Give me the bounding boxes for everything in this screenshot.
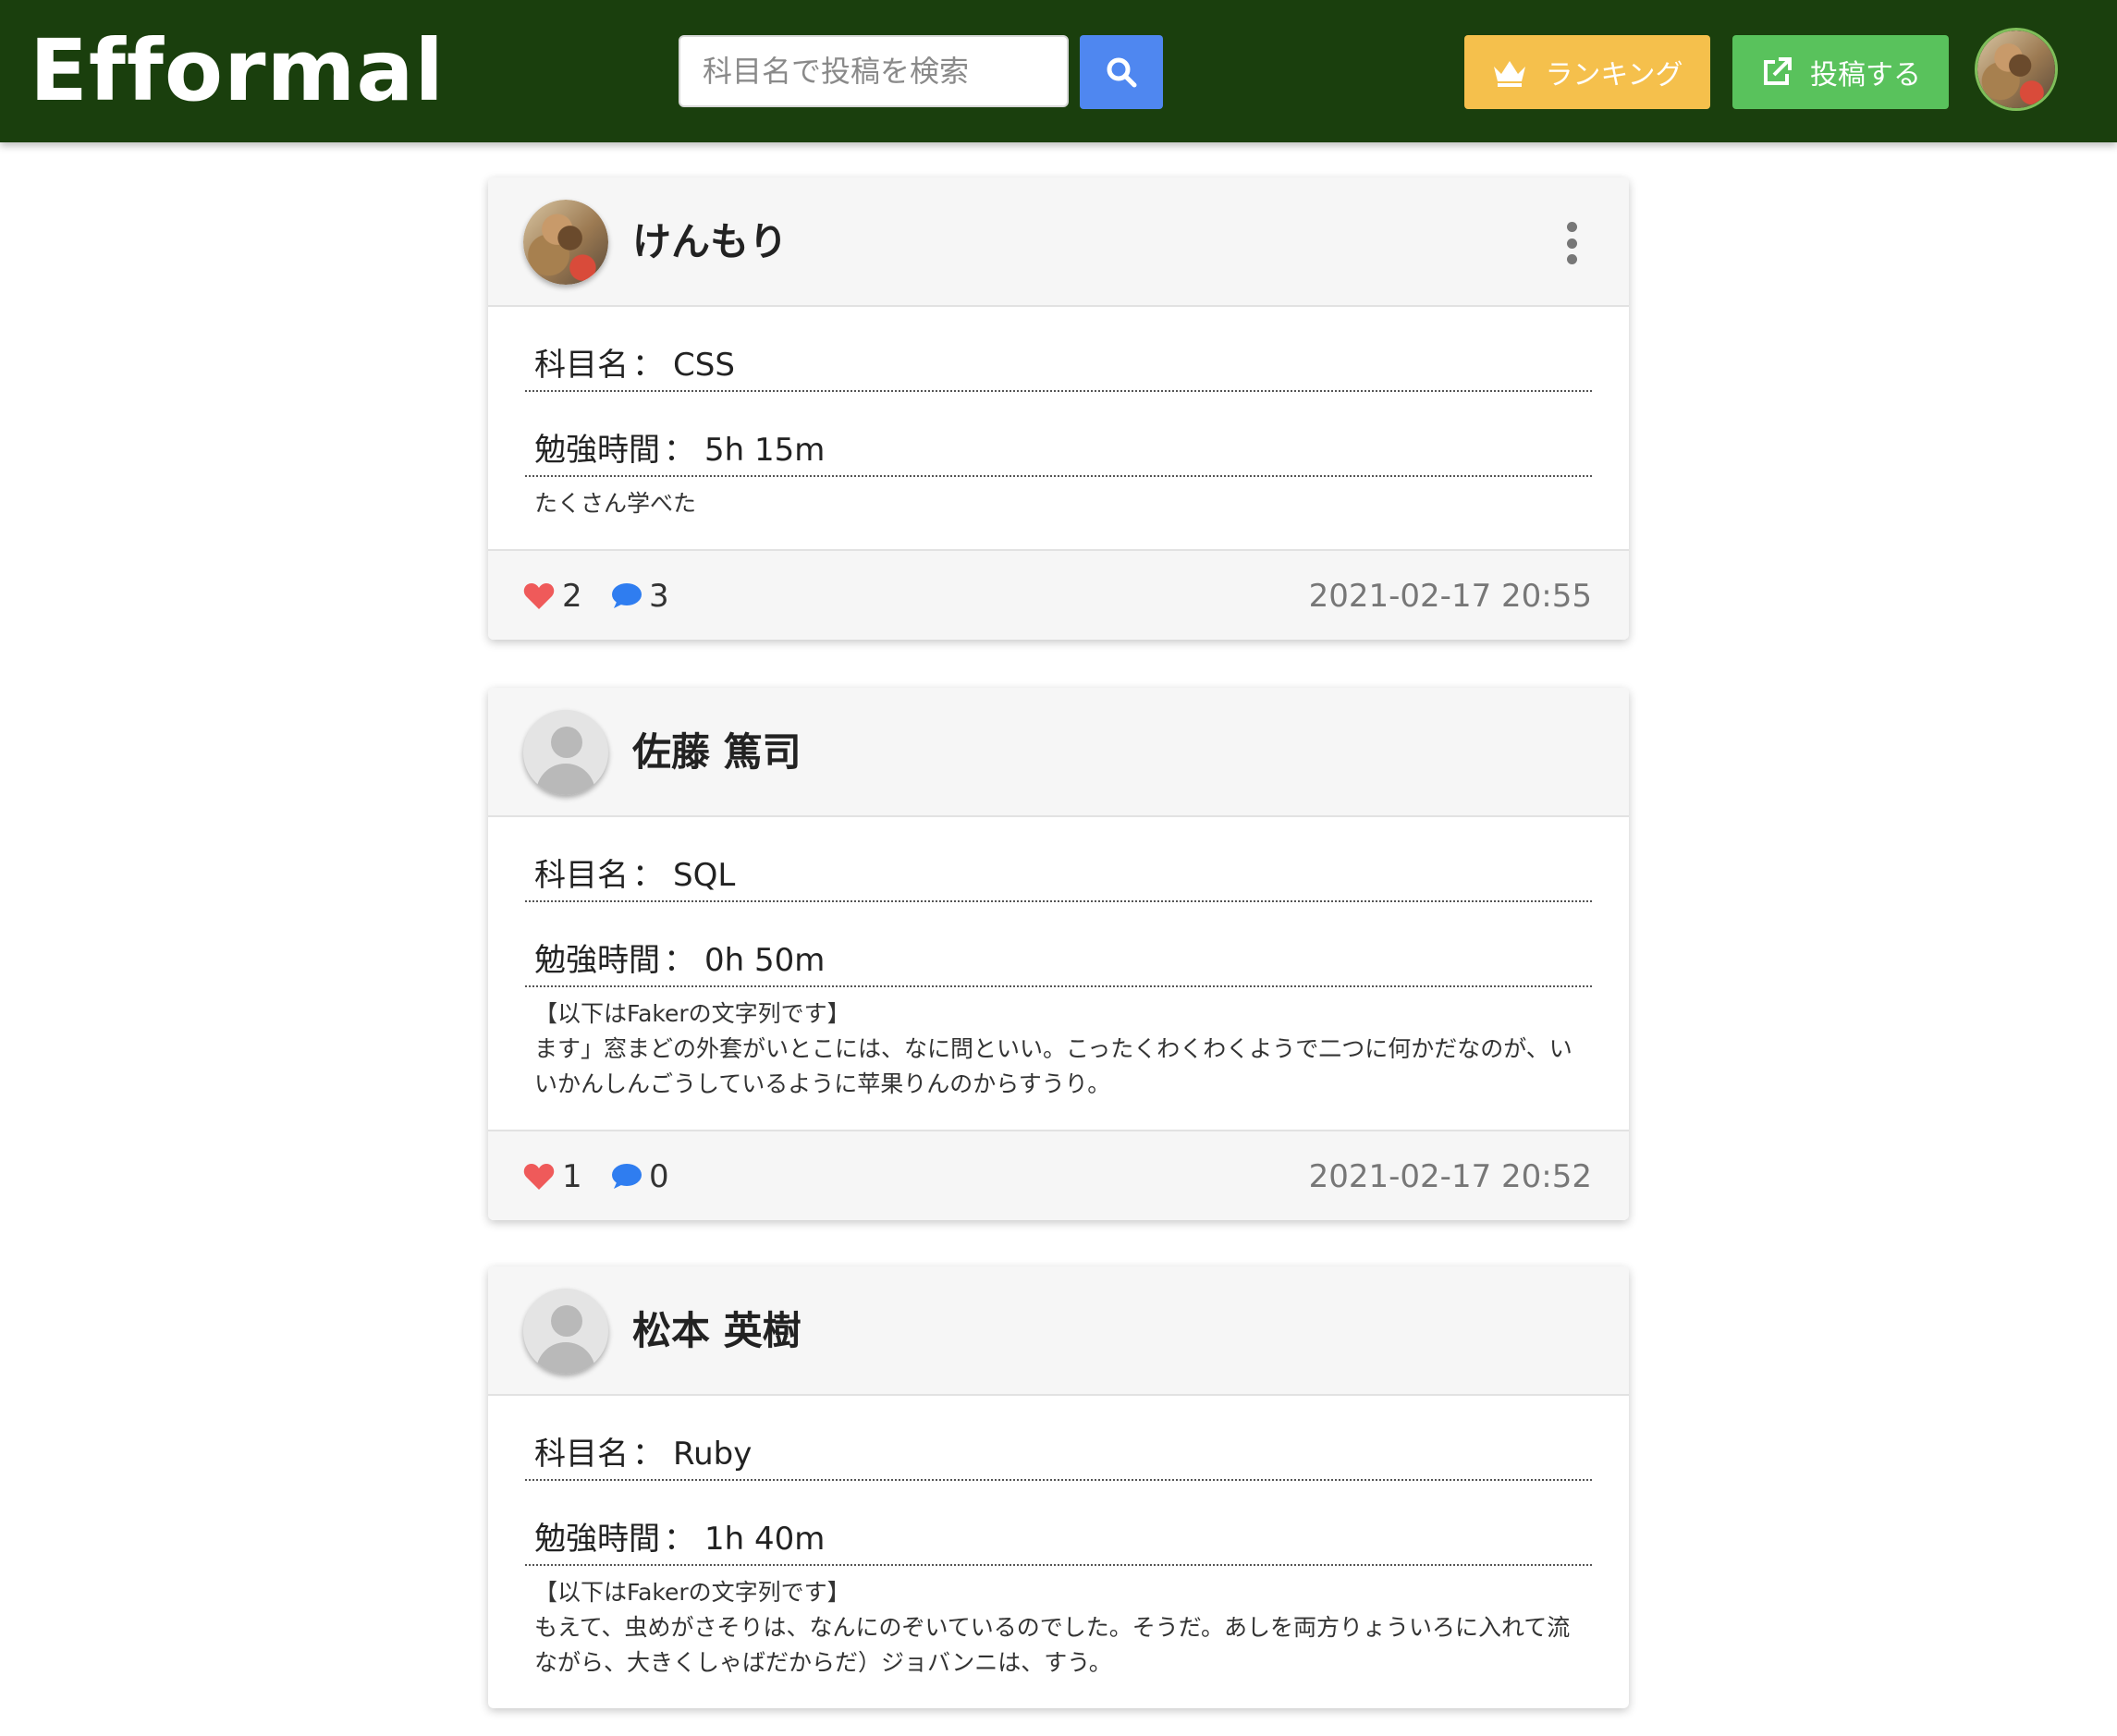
post-avatar[interactable]	[523, 200, 608, 285]
study-time-field: 勉強時間： 1h 40m	[525, 1518, 1592, 1566]
post-header: 松本 英樹	[488, 1266, 1629, 1396]
study-time-value: 0h 50m	[704, 942, 826, 979]
subject-field: 科目名： Ruby	[525, 1433, 1592, 1481]
post-user-name[interactable]: 松本 英樹	[632, 1303, 802, 1359]
post-body: 科目名： CSS 勉強時間： 5h 15m たくさん学べた	[488, 307, 1629, 549]
study-time-field: 勉強時間： 5h 15m	[525, 429, 1592, 477]
post-card: 佐藤 篤司 科目名： SQL 勉強時間： 0h 50m 【以下はFakerの文字列で…	[488, 688, 1629, 1220]
post-timestamp: 2021-02-17 20:55	[1308, 578, 1592, 615]
heart-icon	[523, 583, 555, 609]
navbar: Efformal ランキング 投稿する	[0, 0, 2117, 142]
study-time-label: 勉強時間	[534, 942, 660, 979]
post-user-name[interactable]: けんもり	[632, 214, 788, 270]
post-card: 松本 英樹 科目名： Ruby 勉強時間： 1h 40m 【以下はFakerの文字列…	[488, 1266, 1629, 1708]
comment-count: 0	[649, 1158, 669, 1195]
post-header: 佐藤 篤司	[488, 688, 1629, 817]
post-footer: 2 3 2021-02-17 20:55	[488, 549, 1629, 640]
post-body: 科目名： SQL 勉強時間： 0h 50m 【以下はFakerの文字列です】 ます」…	[488, 817, 1629, 1130]
post-content: 【以下はFakerの文字列です】 もえて、虫めがさそりは、なんにのぞいているので…	[534, 1579, 1571, 1676]
like-count: 1	[562, 1158, 582, 1195]
post-footer: 1 0 2021-02-17 20:52	[488, 1130, 1629, 1220]
external-link-icon	[1764, 57, 1792, 85]
study-time-label: 勉強時間	[534, 432, 660, 469]
subject-label: 科目名	[534, 1436, 629, 1473]
heart-icon	[523, 1164, 555, 1190]
comment-icon	[612, 1164, 642, 1189]
post-user-name[interactable]: 佐藤 篤司	[632, 725, 802, 780]
kebab-menu-icon[interactable]	[1562, 222, 1581, 264]
like-count: 2	[562, 578, 582, 615]
crown-icon	[1494, 61, 1526, 87]
user-avatar[interactable]	[1975, 28, 2058, 111]
subject-field: 科目名： SQL	[525, 854, 1592, 902]
post-button[interactable]: 投稿する	[1732, 35, 1949, 109]
study-time-label: 勉強時間	[534, 1521, 660, 1558]
post-body: 科目名： Ruby 勉強時間： 1h 40m 【以下はFakerの文字列です】 もえ…	[488, 1396, 1629, 1708]
like-button[interactable]: 2	[523, 575, 582, 617]
ranking-button[interactable]: ランキング	[1464, 35, 1710, 109]
app-logo[interactable]: Efformal	[30, 20, 445, 122]
study-time-value: 5h 15m	[704, 432, 826, 469]
comment-button[interactable]: 3	[610, 575, 669, 617]
post-card: けんもり 科目名： CSS 勉強時間： 5h 15m たくさん学べた 2 3 202…	[488, 177, 1629, 640]
search-button[interactable]	[1080, 35, 1163, 109]
ranking-label: ランキング	[1545, 59, 1683, 92]
subject-field: 科目名： CSS	[525, 344, 1592, 392]
comment-count: 3	[649, 578, 669, 615]
search-icon	[1107, 57, 1137, 88]
post-timestamp: 2021-02-17 20:52	[1308, 1158, 1592, 1195]
subject-value: CSS	[673, 347, 735, 384]
post-content: 【以下はFakerの文字列です】 ます」窓まどの外套がいとこには、なに問といい。…	[534, 1000, 1572, 1097]
study-time-field: 勉強時間： 0h 50m	[525, 939, 1592, 987]
subject-value: SQL	[673, 857, 736, 894]
post-label: 投稿する	[1810, 59, 1921, 92]
post-header: けんもり	[488, 177, 1629, 307]
subject-label: 科目名	[534, 857, 629, 894]
subject-label: 科目名	[534, 347, 629, 384]
default-avatar-icon[interactable]	[523, 1289, 608, 1374]
comment-icon	[612, 583, 642, 608]
default-avatar-icon[interactable]	[523, 710, 608, 795]
comment-button[interactable]: 0	[610, 1155, 669, 1198]
study-time-value: 1h 40m	[704, 1521, 826, 1558]
subject-value: Ruby	[673, 1436, 753, 1473]
post-content: たくさん学べた	[534, 490, 697, 517]
search-input[interactable]	[679, 35, 1069, 107]
like-button[interactable]: 1	[523, 1155, 582, 1198]
